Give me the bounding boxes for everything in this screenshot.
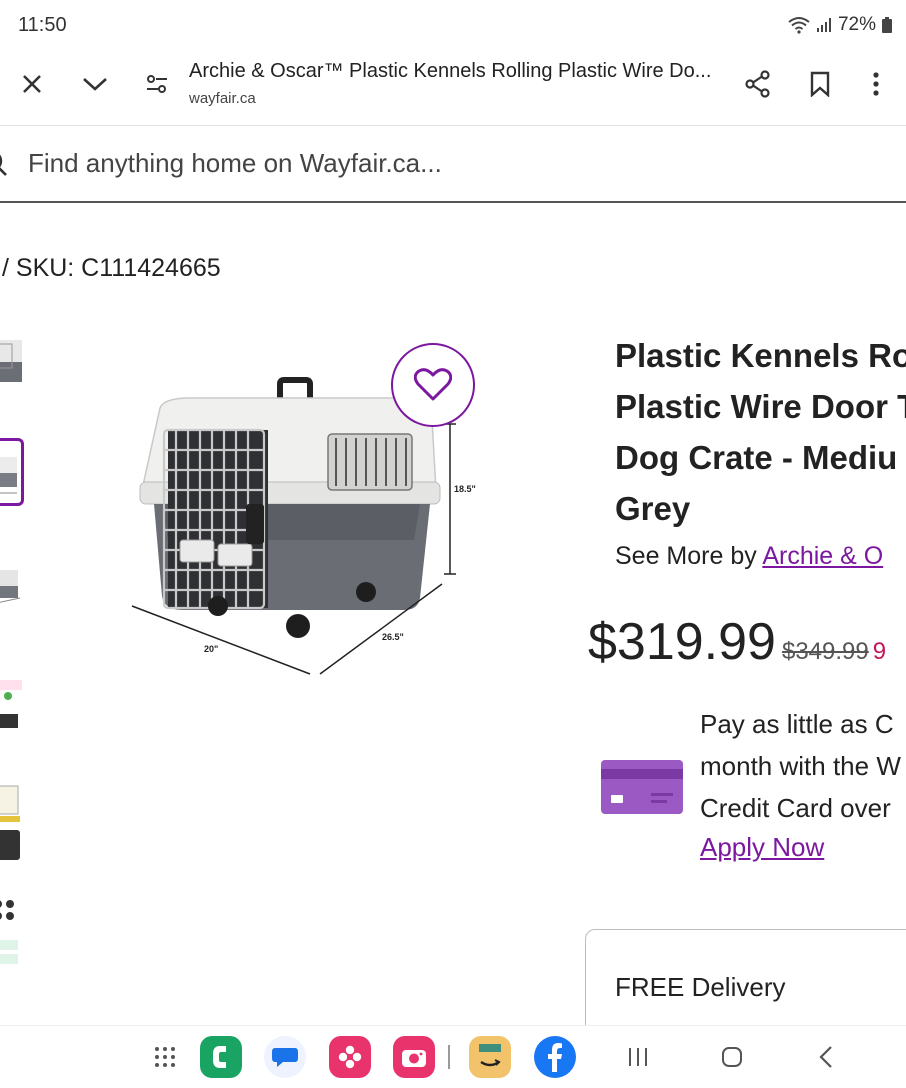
- search-bar: [0, 127, 906, 203]
- search-icon[interactable]: [0, 145, 14, 190]
- flower-app-icon: [329, 1036, 371, 1078]
- thumbnail-1[interactable]: [0, 330, 24, 398]
- dimension-width-label: 20": [204, 644, 218, 654]
- recent-apps-button[interactable]: [617, 1036, 659, 1078]
- messages-app-icon: [264, 1036, 306, 1078]
- facebook-icon: [534, 1036, 576, 1078]
- home-button[interactable]: [711, 1036, 753, 1078]
- facebook-app-button[interactable]: [534, 1036, 576, 1078]
- share-icon: [745, 70, 770, 98]
- dimension-height-label: 18.5": [454, 484, 476, 494]
- phone-app-button[interactable]: [200, 1036, 242, 1078]
- thumbnail-5[interactable]: [0, 776, 24, 866]
- see-more-label: See More by: [615, 542, 763, 570]
- home-icon: [722, 1047, 742, 1067]
- browser-toolbar: Archie & Oscar™ Plastic Kennels Rolling …: [0, 52, 906, 126]
- amazon-app-icon: [469, 1036, 511, 1078]
- close-tab-button[interactable]: [8, 60, 56, 108]
- amazon-app-button[interactable]: [469, 1036, 511, 1078]
- tab-title[interactable]: Archie & Oscar™ Plastic Kennels Rolling …: [189, 60, 724, 83]
- battery-icon: [882, 17, 892, 33]
- close-icon: [23, 75, 41, 93]
- heart-icon: [414, 368, 452, 401]
- original-price: $349.99: [781, 638, 869, 665]
- app-drawer-button[interactable]: [144, 1036, 186, 1078]
- recent-apps-icon: [629, 1048, 647, 1066]
- camera-app-button[interactable]: [393, 1036, 435, 1078]
- search-input[interactable]: [28, 143, 888, 183]
- thumbnail-6[interactable]: [0, 896, 24, 972]
- status-indicators: 72%: [788, 14, 892, 36]
- more-vertical-icon: [873, 72, 879, 96]
- share-button[interactable]: [734, 60, 782, 108]
- price-row: $319.99 $349.99 9: [588, 612, 886, 672]
- grid-icon: [155, 1047, 175, 1067]
- bookmark-icon: [810, 71, 830, 97]
- gallery-app-button[interactable]: [329, 1036, 371, 1078]
- status-time: 11:50: [18, 14, 67, 36]
- site-settings-button[interactable]: [133, 60, 181, 108]
- collapse-button[interactable]: [71, 60, 119, 108]
- financing-text: Pay as little as C month with the W Cred…: [700, 709, 901, 823]
- dock-divider: [446, 1036, 452, 1078]
- delivery-label: FREE Delivery: [615, 972, 786, 1002]
- messages-app-button[interactable]: [264, 1036, 306, 1078]
- credit-card-icon: [601, 760, 683, 819]
- discount-badge: 9: [872, 638, 887, 665]
- dimension-depth-label: 26.5": [382, 632, 404, 642]
- thumbnail-2[interactable]: [0, 438, 24, 506]
- phone-app-icon: [200, 1036, 242, 1078]
- status-bar: 11:50 72%: [0, 0, 906, 52]
- thumbnail-4[interactable]: [0, 660, 24, 728]
- wifi-icon: [788, 16, 810, 34]
- favorite-button[interactable]: [391, 343, 475, 427]
- more-options-button[interactable]: [852, 60, 900, 108]
- chevron-down-icon: [83, 78, 107, 91]
- apply-now-link[interactable]: Apply Now: [700, 832, 824, 863]
- brand-link[interactable]: Archie & O: [762, 542, 883, 570]
- tab-domain: wayfair.ca: [189, 90, 256, 107]
- camera-app-icon: [393, 1036, 435, 1078]
- product-title: Plastic Kennels Ro Plastic Wire Door T D…: [615, 337, 906, 527]
- thumbnail-3[interactable]: [0, 552, 24, 620]
- back-button[interactable]: [805, 1036, 847, 1078]
- breadcrumb-sku: / SKU: C111424665: [2, 254, 221, 282]
- tune-icon: [147, 75, 167, 93]
- battery-percent: 72%: [837, 14, 876, 35]
- signal-icon: [816, 17, 832, 33]
- see-more-by: See More by Archie & O: [615, 542, 883, 571]
- sale-price: $319.99: [588, 613, 776, 671]
- system-nav-bar: [0, 1025, 906, 1088]
- back-icon: [819, 1046, 832, 1068]
- bookmark-button[interactable]: [796, 60, 844, 108]
